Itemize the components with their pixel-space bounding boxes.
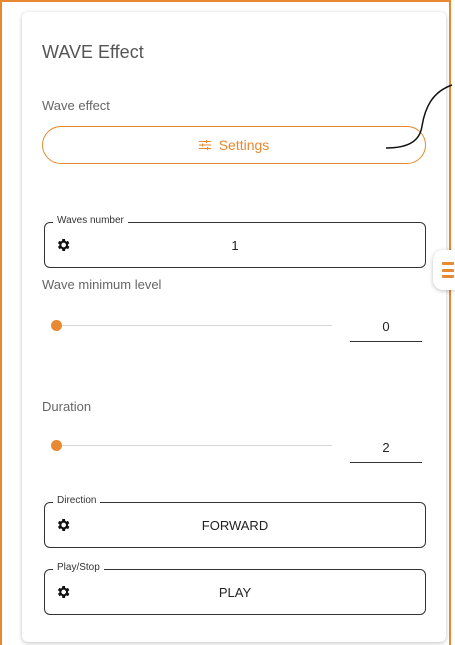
- side-menu-tab[interactable]: [433, 250, 455, 290]
- duration-value[interactable]: 2: [350, 440, 422, 455]
- direction-legend: Direction: [53, 495, 101, 506]
- waves-number-field[interactable]: Waves number 1: [44, 215, 426, 268]
- play-stop-value: PLAY: [218, 585, 252, 600]
- duration-underline: [350, 462, 422, 463]
- play-stop-field[interactable]: Play/Stop PLAY: [44, 562, 426, 615]
- slider-track: [56, 445, 332, 446]
- wave-minimum-level-label: Wave minimum level: [42, 277, 162, 292]
- wave-minimum-level-underline: [350, 341, 422, 342]
- menu-icon: [442, 262, 454, 265]
- slider-thumb[interactable]: [51, 320, 62, 331]
- menu-icon-bar: [442, 275, 454, 278]
- duration-slider[interactable]: [51, 440, 332, 452]
- wave-minimum-level-slider[interactable]: [51, 320, 332, 332]
- waves-number-value: 1: [231, 238, 239, 253]
- duration-label: Duration: [42, 399, 92, 414]
- direction-field[interactable]: Direction FORWARD: [44, 495, 426, 548]
- direction-value: FORWARD: [201, 518, 269, 533]
- slider-thumb[interactable]: [51, 440, 62, 451]
- annotation-arrow: [385, 84, 453, 149]
- menu-icon-bar: [442, 268, 454, 272]
- wave-minimum-level-value[interactable]: 0: [350, 319, 422, 334]
- slider-track: [56, 325, 332, 326]
- play-stop-legend: Play/Stop: [53, 562, 104, 573]
- waves-number-legend: Waves number: [53, 215, 128, 226]
